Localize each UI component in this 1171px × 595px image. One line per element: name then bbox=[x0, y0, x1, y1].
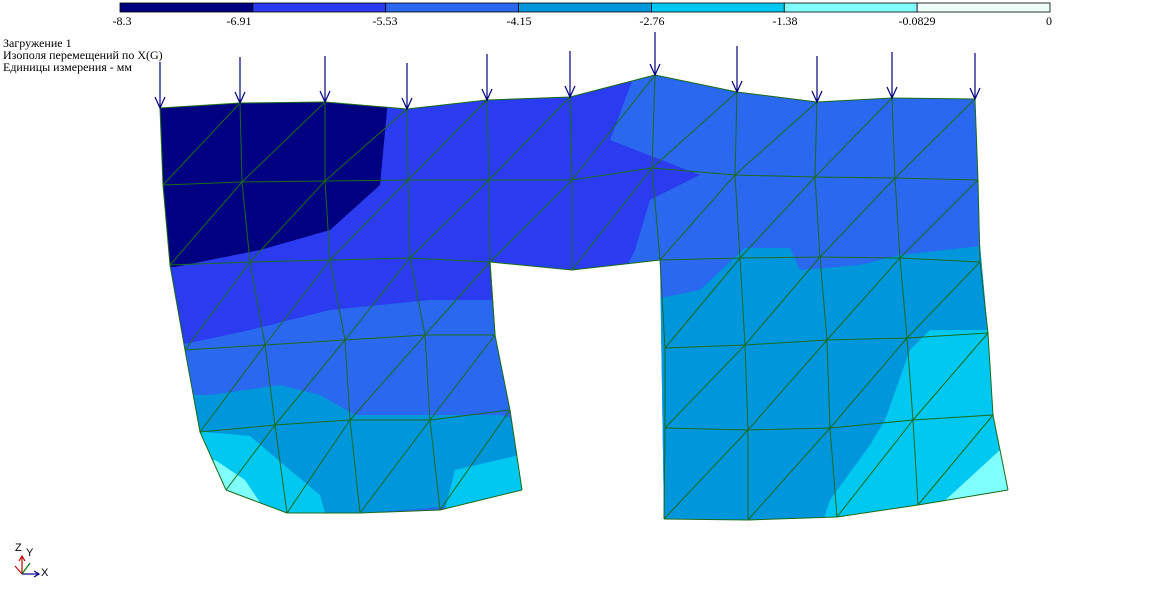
coordinate-axes-icon: Z Y X bbox=[14, 542, 49, 579]
displacement-field bbox=[160, 75, 1008, 520]
load-arrow bbox=[969, 53, 981, 101]
colour-scale-swatch bbox=[651, 2, 785, 13]
colour-scale-swatch bbox=[385, 2, 519, 13]
colour-scale-swatch bbox=[783, 2, 918, 13]
scale-tick-4: -2.76 bbox=[640, 14, 665, 28]
scale-tick-2: -5.53 bbox=[373, 14, 398, 28]
load-arrow bbox=[811, 56, 823, 104]
units-label: Единицы измерения - мм bbox=[3, 60, 132, 74]
axis-y-label: Y bbox=[26, 547, 34, 559]
load-arrow bbox=[401, 63, 413, 111]
scale-tick-3: -4.15 bbox=[507, 14, 532, 28]
scale-tick-0: -8.3 bbox=[113, 14, 132, 28]
load-arrow bbox=[319, 56, 331, 104]
load-arrow bbox=[481, 54, 493, 102]
scale-tick-1: -6.91 bbox=[227, 14, 252, 28]
scale-tick-7: 0 bbox=[1046, 14, 1052, 28]
load-arrow bbox=[234, 57, 246, 105]
colour-scale-swatch bbox=[252, 2, 387, 13]
info-block: Загружение 1 Изополя перемещений по X(G)… bbox=[3, 37, 163, 73]
colour-scale-swatch bbox=[518, 2, 652, 13]
displacement-isofield-diagram: -8.3 -6.91 -5.53 -4.15 -2.76 -1.38 -0.08… bbox=[14, 2, 1052, 579]
scale-tick-5: -1.38 bbox=[773, 14, 798, 28]
colour-scale: -8.3 -6.91 -5.53 -4.15 -2.76 -1.38 -0.08… bbox=[113, 2, 1052, 28]
load-arrow bbox=[649, 32, 661, 77]
axis-z-label: Z bbox=[15, 542, 22, 554]
scale-tick-6: -0.0829 bbox=[899, 14, 936, 28]
load-arrow bbox=[564, 51, 576, 99]
colour-scale-swatch bbox=[916, 2, 1051, 13]
load-arrow bbox=[731, 46, 743, 94]
axis-x-label: X bbox=[41, 567, 49, 579]
colour-scale-swatch bbox=[119, 2, 254, 13]
load-arrow bbox=[886, 52, 898, 100]
colour-scale-swatches bbox=[119, 2, 1051, 13]
